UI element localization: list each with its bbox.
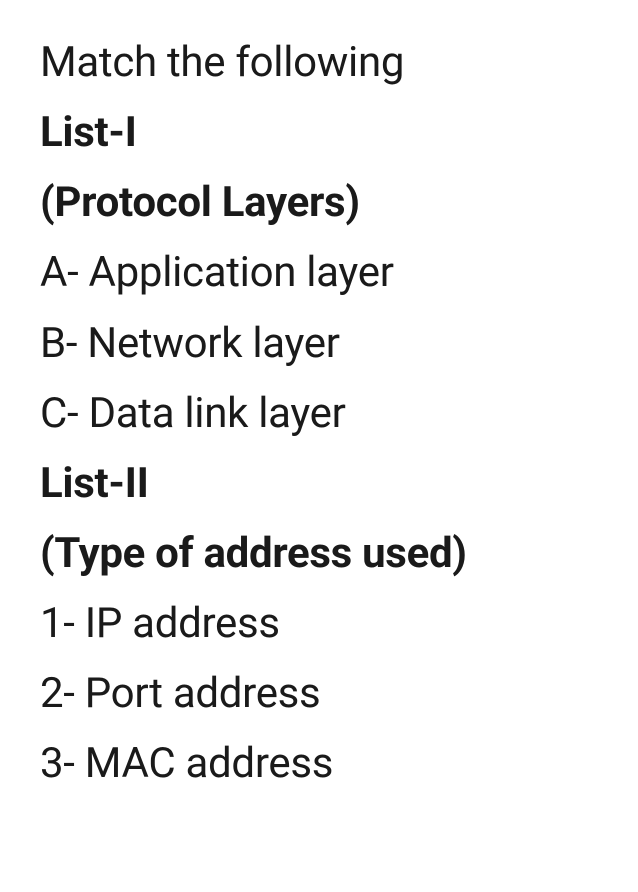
list2-item: 1- IP address xyxy=(40,589,598,659)
list2-title: List-II xyxy=(40,449,598,519)
list1-title: List-I xyxy=(40,98,598,168)
list1-item: C- Data link layer xyxy=(40,379,598,449)
list1-item: A- Application layer xyxy=(40,238,598,308)
list1-item: B- Network layer xyxy=(40,309,598,379)
list2-subtitle: (Type of address used) xyxy=(40,519,598,589)
list2-item: 3- MAC address xyxy=(40,729,598,799)
question-prompt: Match the following xyxy=(40,28,598,98)
list1-subtitle: (Protocol Layers) xyxy=(40,168,598,238)
list2-item: 2- Port address xyxy=(40,659,598,729)
